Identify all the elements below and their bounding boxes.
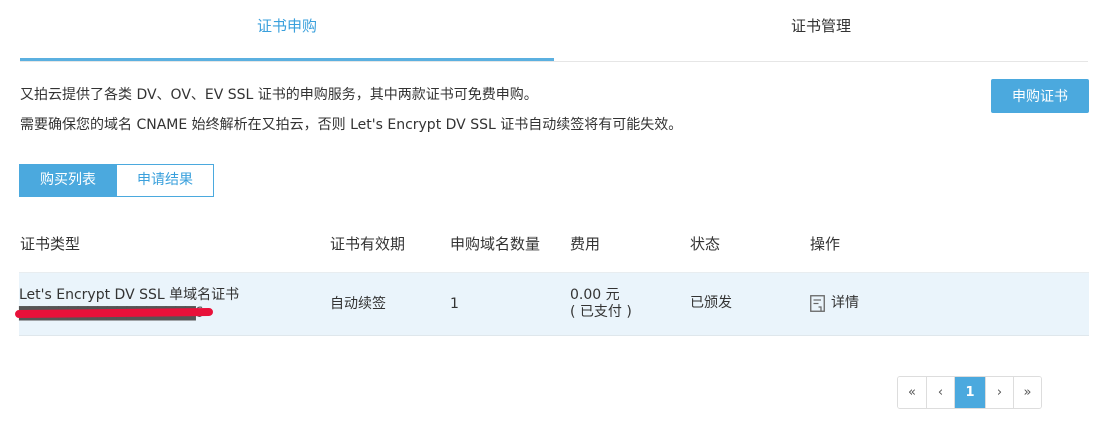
header-validity: 证书有效期 — [330, 235, 406, 253]
segment-application-results[interactable]: 申请结果 — [117, 164, 214, 197]
list-segment-control: 购买列表 申请结果 — [19, 164, 214, 197]
tab-certificate-management[interactable]: 证书管理 — [554, 0, 1088, 61]
intro-text: 又拍云提供了各类 DV、OV、EV SSL 证书的申购服务，其中两款证书可免费申… — [20, 80, 682, 140]
fee-amount: 0.00 元 — [570, 287, 620, 303]
header-status: 状态 — [690, 235, 721, 253]
header-domain-count: 申购域名数量 — [450, 235, 541, 253]
validity-cell: 自动续签 — [330, 296, 386, 312]
details-link[interactable]: 详情 — [810, 294, 859, 312]
table-header: 证书类型 证书有效期 申购域名数量 费用 状态 操作 — [19, 216, 1089, 273]
next-page-button[interactable]: › — [985, 377, 1013, 408]
cert-type-name: Let's Encrypt DV SSL 单域名证书 — [19, 287, 240, 303]
status-cell: 已颁发 — [690, 295, 732, 311]
prev-page-button[interactable]: ‹ — [926, 377, 954, 408]
buy-certificate-button[interactable]: 申购证书 — [991, 79, 1089, 113]
header-fee: 费用 — [570, 235, 601, 253]
header-actions: 操作 — [810, 235, 841, 253]
intro-line-2: 需要确保您的域名 CNAME 始终解析在又拍云，否则 Let's Encrypt… — [20, 117, 683, 133]
header-cert-type: 证书类型 — [20, 235, 81, 253]
main-tabs: 证书申购 证书管理 — [20, 0, 1088, 62]
page-1-button[interactable]: 1 — [954, 377, 985, 408]
order-number: ▇▇▇▇▇▇▇▇▇▇▇▇▇▇▇▇▇▇6 — [14, 304, 239, 322]
intro-line-1: 又拍云提供了各类 DV、OV、EV SSL 证书的申购服务，其中两款证书可免费申… — [20, 87, 538, 103]
fee-cell: 0.00 元 ( 已支付 ) — [570, 287, 632, 321]
cert-type-cell: Let's Encrypt DV SSL 单域名证书 ▇▇▇▇▇▇▇▇▇▇▇▇▇… — [14, 286, 240, 322]
tab-certificate-purchase[interactable]: 证书申购 — [20, 0, 554, 61]
pagination: « ‹ 1 › » — [897, 376, 1042, 409]
segment-purchase-list[interactable]: 购买列表 — [19, 164, 117, 197]
document-icon — [810, 294, 825, 312]
table-row: Let's Encrypt DV SSL 单域名证书 ▇▇▇▇▇▇▇▇▇▇▇▇▇… — [14, 273, 1089, 336]
details-label: 详情 — [831, 295, 859, 311]
fee-status: ( 已支付 ) — [570, 304, 632, 320]
domain-count-cell: 1 — [450, 296, 459, 312]
last-page-button[interactable]: » — [1013, 377, 1041, 408]
first-page-button[interactable]: « — [898, 377, 926, 408]
